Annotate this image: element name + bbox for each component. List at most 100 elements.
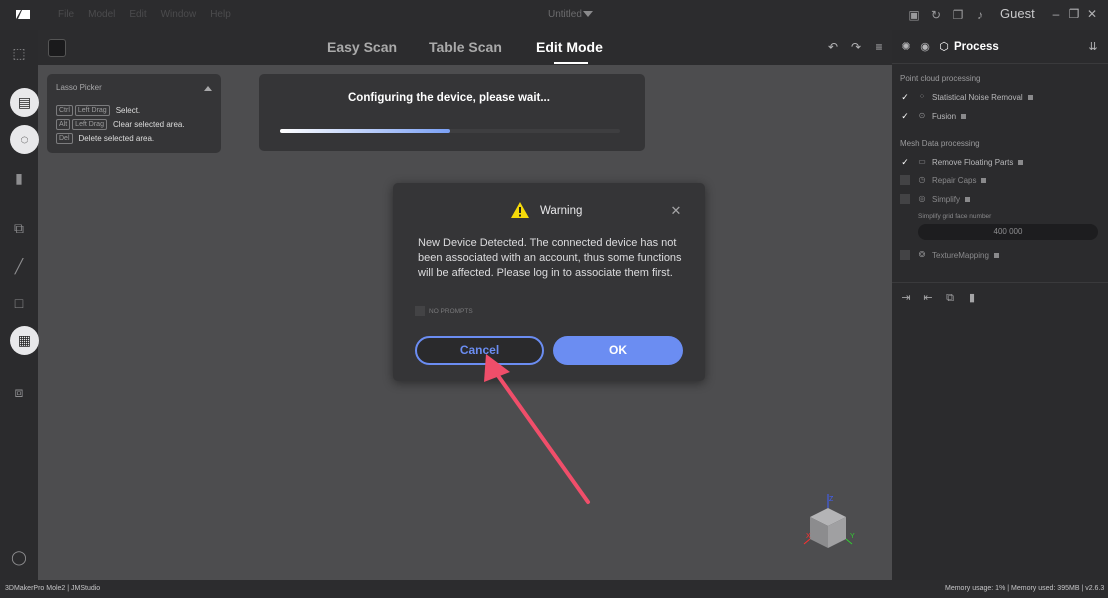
menu-icon[interactable]: ≡ [872, 40, 886, 54]
export-icon[interactable]: ⇤ [922, 292, 934, 304]
fusion-icon: ⊙ [918, 111, 926, 120]
option-label: Remove Floating Parts [932, 157, 1014, 167]
info-icon [1018, 159, 1024, 165]
option-label: Statistical Noise Removal [932, 92, 1023, 102]
tab-easy-scan[interactable]: Easy Scan [327, 39, 397, 55]
shortcut-row: Ctrl Left Drag Select. [56, 105, 140, 116]
section-mesh: Mesh Data processing [900, 139, 980, 148]
option-remove-floating[interactable]: ✓ ▭ Remove Floating Parts [900, 157, 1024, 167]
undo-icon[interactable]: ↶ [826, 40, 840, 54]
measure-icon[interactable]: ╱ [9, 256, 29, 276]
status-device: 3DMakerPro Mole2 | JMStudio [5, 585, 101, 592]
menu-item-file[interactable]: File [58, 9, 74, 20]
view-cube[interactable]: Z X Y [800, 492, 864, 556]
bell-icon[interactable]: ♪ [972, 7, 988, 23]
option-label: Fusion [932, 111, 957, 121]
checkbox-unchecked[interactable]: ✓ [900, 175, 910, 185]
menu-item-help[interactable]: Help [210, 9, 231, 20]
option-fusion[interactable]: ✓ ⊙ Fusion [900, 111, 967, 121]
key-del: Del [56, 133, 73, 144]
axis-z-label: Z [829, 496, 834, 503]
no-prompts-checkbox[interactable] [415, 306, 425, 316]
menu-item-model[interactable]: Model [88, 9, 115, 20]
no-prompts-option[interactable]: NO PROMPTS [415, 306, 473, 316]
minimize-icon[interactable]: – [1050, 7, 1062, 21]
rect-select-icon[interactable]: ▤ [10, 88, 39, 117]
progress-text: Configuring the device, please wait... [348, 92, 550, 104]
axis-y-label: Y [850, 533, 855, 540]
info-icon [965, 196, 971, 202]
app-logo-icon [16, 10, 30, 19]
duplicate-icon[interactable]: ⧉ [944, 292, 956, 304]
option-repair-caps[interactable]: ✓ ◷ Repair Caps [900, 175, 987, 185]
checkbox-checked[interactable]: ✓ [900, 157, 910, 167]
pin-icon[interactable]: ⇊ [1087, 41, 1099, 53]
key-ctrl: Ctrl [56, 105, 73, 116]
pointer-arrow-icon [484, 354, 590, 504]
delete-icon[interactable]: ▮ [966, 292, 978, 304]
tab-edit-mode[interactable]: Edit Mode [536, 39, 603, 55]
progress-track [280, 129, 620, 133]
project-name[interactable]: Untitled [548, 9, 582, 20]
shortcut-row: Del Delete selected area. [56, 133, 154, 144]
key-left-drag: Left Drag [74, 105, 110, 116]
section-point-cloud: Point cloud processing [900, 74, 981, 83]
info-icon [961, 113, 967, 119]
menu-item-edit[interactable]: Edit [129, 9, 146, 20]
axis-x-label: X [806, 533, 811, 540]
option-noise-removal[interactable]: ✓ ⁘ Statistical Noise Removal [900, 92, 1033, 102]
shortcut-desc: Select. [115, 106, 141, 115]
device-icon[interactable]: ▣ [906, 7, 922, 23]
option-simplify[interactable]: ✓ ◎ Simplify [900, 194, 971, 204]
layers-icon[interactable]: ❐ [950, 7, 966, 23]
key-left-drag: Left Drag [72, 119, 107, 130]
close-window-icon[interactable]: ✕ [1086, 7, 1098, 21]
warning-icon [511, 202, 529, 218]
crop-icon[interactable]: □ [9, 293, 29, 313]
titlebar-tools: ▣ ↻ ❐ ♪ [906, 7, 988, 23]
user-label[interactable]: Guest [1000, 6, 1035, 21]
no-prompts-label: NO PROMPTS [429, 307, 473, 315]
camera-icon[interactable]: ◉ [919, 41, 931, 53]
mouse-icon[interactable]: ◯ [9, 547, 29, 567]
key-alt: Alt [56, 119, 71, 130]
simplify-face-input[interactable]: 400 000 [918, 224, 1098, 240]
close-icon[interactable]: ✕ [670, 204, 682, 217]
maximize-icon[interactable]: ❐ [1068, 7, 1080, 21]
info-icon [993, 252, 999, 258]
select-box-icon[interactable]: ⬚ [9, 43, 29, 63]
menu-item-window[interactable]: Window [161, 9, 197, 20]
project-dropdown-icon[interactable] [583, 11, 593, 17]
copy-icon[interactable]: ⧉ [9, 218, 29, 238]
multi-view-icon[interactable]: ⧈ [9, 382, 29, 402]
cube-icon[interactable]: ⬡ [938, 41, 950, 53]
status-memory: Memory usage: 1% | Memory used: 395MB | … [945, 585, 1105, 592]
checkbox-unchecked[interactable]: ✓ [900, 250, 910, 260]
tab-table-scan[interactable]: Table Scan [429, 39, 502, 55]
progress-fill [280, 129, 450, 133]
process-title: Process [954, 41, 999, 53]
collapse-icon[interactable] [204, 86, 212, 91]
repair-icon: ◷ [918, 175, 926, 184]
checkbox-unchecked[interactable]: ✓ [900, 194, 910, 204]
checkbox-checked[interactable]: ✓ [900, 111, 910, 121]
menu-bar: File Model Edit Window Help [58, 9, 231, 20]
trash-icon[interactable]: ▮ [9, 168, 29, 188]
refresh-icon[interactable]: ↻ [928, 7, 944, 23]
lasso-icon[interactable]: ◌ [10, 125, 39, 154]
checkbox-checked[interactable]: ✓ [900, 92, 910, 102]
lasso-title: Lasso Picker [56, 83, 102, 92]
lasso-picker-panel: Lasso Picker Ctrl Left Drag Select. Alt … [47, 74, 221, 153]
checker-icon[interactable]: ▦ [10, 326, 39, 355]
info-icon [1027, 94, 1033, 100]
import-icon[interactable]: ⇥ [900, 292, 912, 304]
redo-icon[interactable]: ↷ [849, 40, 863, 54]
info-icon [981, 177, 987, 183]
export-actions: ⇥ ⇤ ⧉ ▮ [900, 292, 978, 304]
settings-icon[interactable] [48, 39, 66, 57]
light-icon[interactable]: ✺ [900, 41, 912, 53]
progress-card: Configuring the device, please wait... [259, 74, 645, 151]
option-label: Repair Caps [932, 175, 977, 185]
option-texture-mapping[interactable]: ✓ ❂ TextureMapping [900, 250, 999, 260]
panel-divider [892, 282, 1108, 283]
